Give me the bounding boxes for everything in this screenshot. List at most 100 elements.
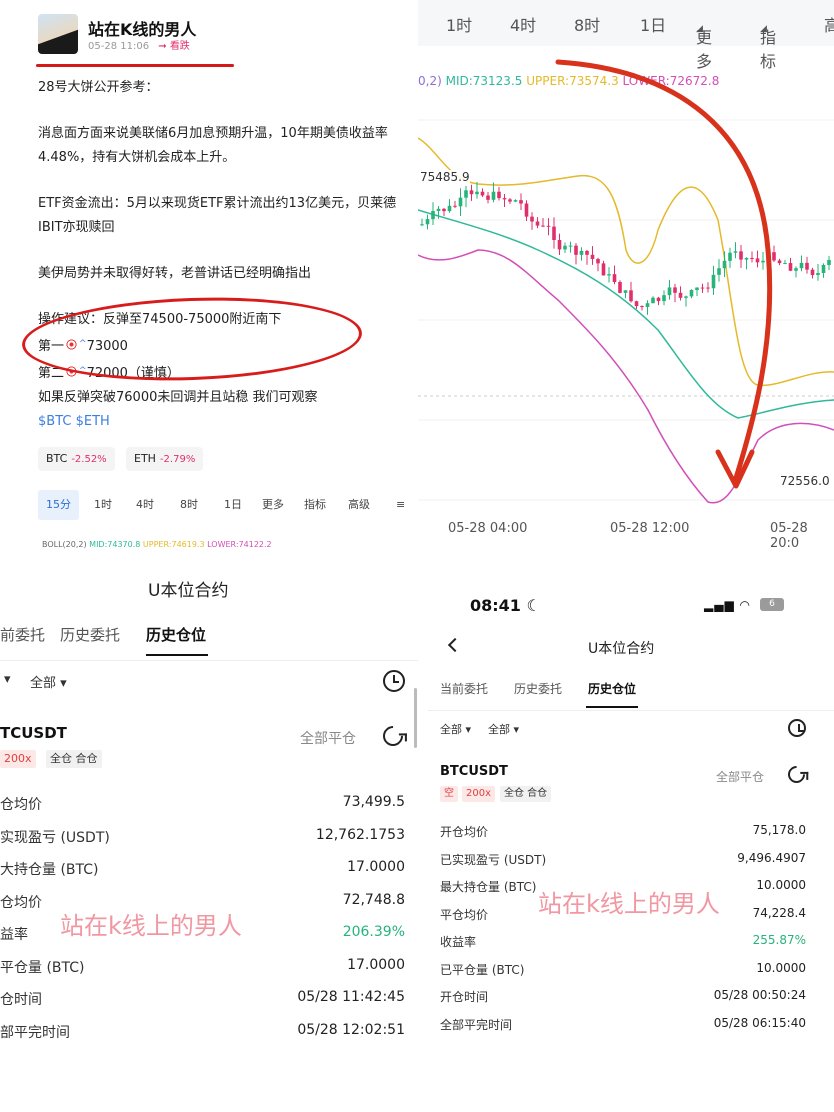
filter-dropdown-2[interactable]: 全部 ▾ [30,672,67,691]
time-axis-label: 05-28 12:00 [610,521,690,536]
coin-pill-eth[interactable]: ETH -2.79% [126,447,204,471]
candle-body [480,191,485,196]
divider [0,660,418,661]
detail-value: 10.0000 [756,878,806,892]
candle-body [585,250,589,255]
tab-indicators[interactable]: 指标 [304,490,326,520]
tab-more[interactable]: 更多 [262,490,284,520]
active-tab-indicator [146,654,208,656]
candle-body [739,251,743,260]
back-arrow-icon[interactable] [447,637,463,653]
share-icon[interactable] [784,762,809,787]
candle-body [728,252,732,261]
candle-body [568,245,573,247]
divider [428,710,834,711]
candle-body [777,260,782,264]
boll-mini-legend: BOLL(20,2) MID:74370.8 UPPER:74619.3 LOW… [42,540,272,549]
tab-1h[interactable]: 1时 [94,490,112,520]
settings-icon[interactable]: ≡ [396,490,405,520]
post-panel: 站在K线的男人 05-28 11:06 ➞ 看跌 28号大饼公开参考： 消息面方… [0,0,418,560]
candle-body [717,268,721,275]
tab-8h[interactable]: 8时 [180,490,198,520]
detail-label: 平仓均价 [440,907,489,922]
detail-label: 平仓量 (BTC) [0,959,85,976]
candle-body [640,306,644,308]
active-tab-indicator [586,706,638,708]
post-line: 美伊局势并未取得好转，老普讲话已经明确指出 [38,266,312,281]
detail-label: 已实现盈亏 (USDT) [440,852,547,867]
tab-4h[interactable]: 4时 [136,490,154,520]
filter-dropdown-1[interactable]: ▾ [4,672,11,687]
scrollbar[interactable] [414,688,417,748]
candle-body [453,205,457,207]
candle-body [656,297,661,302]
candle-body [513,200,518,202]
detail-value: 206.39% [342,924,405,940]
watermark-text: 站在k线上的男人 [60,912,242,940]
boll-prefix: BOLL(20,2) [42,540,87,549]
share-icon[interactable] [378,721,408,751]
candle-body [733,251,738,253]
bearish-tag-label: 看跌 [169,41,190,52]
candle-body [645,303,650,307]
tab-current-orders[interactable]: 前委托 [0,624,45,645]
candle-body [431,210,435,220]
tab-15m[interactable]: 15分 [38,490,79,520]
detail-label: 部平完时间 [0,1024,70,1041]
detail-label: 仓均价 [0,797,42,813]
candle-body [667,287,672,296]
margin-mode-badge: 全仓 合仓 [500,786,552,802]
candle-body [629,290,633,302]
clock-icon[interactable] [788,719,806,737]
detail-value: 255.87% [752,933,806,947]
candle-body [755,258,760,263]
filter-label: 全部 [30,676,57,691]
post-line: 消息面方面来说美联储6月加息预期升温，10年期美债收益率4.48%，持有大饼机会… [38,126,388,165]
detail-value: 05/28 00:50:24 [713,988,806,1002]
low-price-label: 72556.0 [780,474,830,488]
tab-current-orders[interactable]: 当前委托 [440,680,488,697]
candle-body [618,281,622,293]
kline-plot[interactable] [418,0,834,560]
kline-chart-panel: 1时 4时 8时 1日 更多 ◢ 指标 ◢ 高 0,2) MID:73123.5 U… [418,0,834,560]
candle-body [772,252,776,261]
avatar[interactable] [38,14,78,54]
candle-body [706,287,710,289]
close-all-label: 全部平仓 [300,731,356,747]
watermark-text: 站在k线上的男人 [538,890,720,918]
tab-position-history[interactable]: 历史仓位 [588,680,636,697]
candle-body [502,198,507,200]
candle-body [519,200,523,204]
post-meta: 05-28 11:06 ➞ 看跌 [88,37,190,52]
detail-label: 仓均价 [0,894,42,911]
candle-body [684,296,688,298]
filter-dropdown-2[interactable]: 全部 ▾ [488,721,519,737]
coin-change: -2.52% [71,454,107,465]
candle-body [524,203,529,217]
red-arrow-annotation [555,59,773,481]
candle-body [816,273,820,276]
clock-icon[interactable] [383,670,405,692]
detail-label: 益率 [0,927,28,943]
filter-dropdown-1[interactable]: 全部 ▾ [440,721,471,737]
tab-order-history[interactable]: 历史委托 [514,680,562,697]
detail-value: 74,228.4 [752,905,806,920]
tab-position-history[interactable]: 历史仓位 [146,624,206,645]
candle-body [425,219,430,225]
candle-body [596,258,600,264]
coin-pill-btc[interactable]: BTC -2.52% [38,447,115,471]
symbol-name: TCUSDT [0,724,67,742]
tab-advanced[interactable]: 高级 [348,490,370,520]
tab-order-history[interactable]: 历史委托 [60,624,120,645]
candle-body [447,205,452,212]
boll-lower: LOWER:74122.2 [207,540,272,549]
detail-value: 05/28 12:02:51 [297,1021,405,1038]
candle-body [810,269,815,276]
hashtags[interactable]: $BTC $ETH [38,410,410,434]
detail-value: 72,748.8 [342,891,405,908]
tab-1d[interactable]: 1日 [224,490,242,520]
post-line: 28号大饼公开参考： [38,80,159,95]
post-body: 28号大饼公开参考： 消息面方面来说美联储6月加息预期升温，10年期美债收益率4… [38,76,410,434]
candle-body [695,287,699,290]
candle-body [689,289,694,297]
